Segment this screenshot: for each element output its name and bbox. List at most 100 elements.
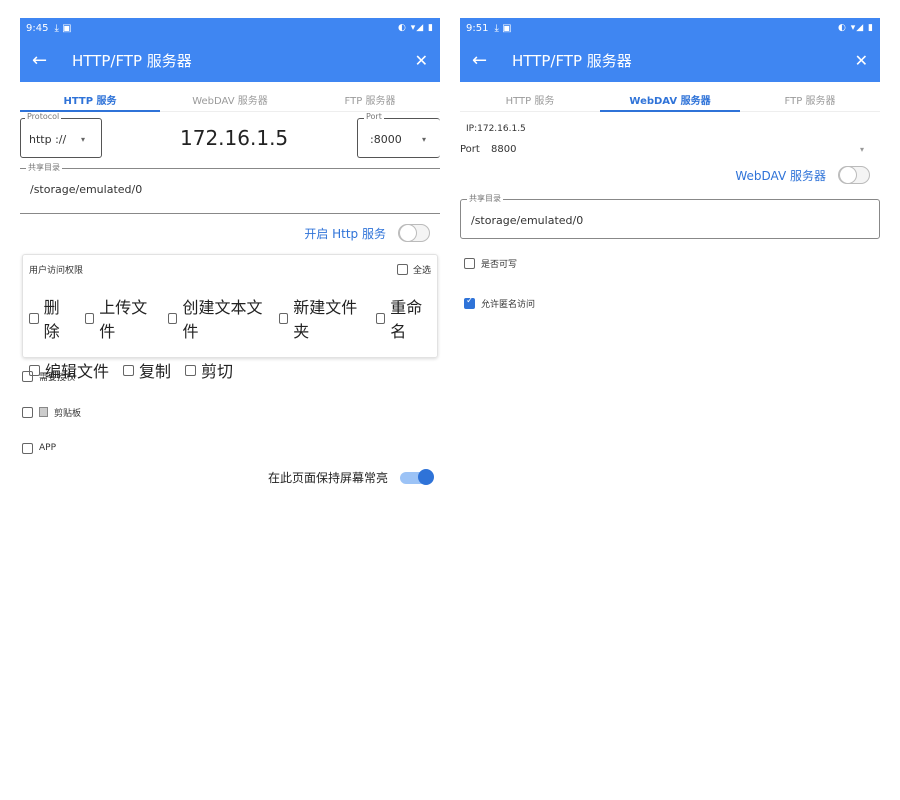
- status-time: 9:51: [466, 22, 489, 34]
- ip-address: IP:172.16.1.5: [466, 124, 526, 134]
- http-toggle-label: 开启 Http 服务: [304, 226, 386, 241]
- select-all-checkbox[interactable]: 全选: [396, 263, 431, 276]
- permissions-row-2: 编辑文件 复制 剪切: [29, 358, 431, 382]
- checkbox-icon: [167, 312, 178, 324]
- clipboard-label: 剪贴板: [54, 408, 82, 419]
- perm-edit-checkbox[interactable]: 编辑文件: [29, 358, 109, 382]
- close-icon[interactable]: ✕: [848, 51, 868, 70]
- anonymous-access-checkbox[interactable]: 允许匿名访问: [460, 283, 880, 323]
- port-label: Port: [460, 144, 480, 155]
- checkbox-icon: [22, 406, 33, 418]
- checkbox-icon: [464, 257, 475, 269]
- switch-knob: [839, 166, 857, 184]
- http-toggle-row: 开启 Http 服务: [20, 214, 440, 252]
- switch-knob: [418, 469, 434, 485]
- switch-knob: [399, 224, 417, 242]
- port-select[interactable]: Port :8000 ▾: [357, 112, 440, 158]
- perm-cut-checkbox[interactable]: 剪切: [185, 358, 233, 382]
- port-value: 8800: [491, 144, 517, 155]
- port-value: :8000: [370, 133, 402, 146]
- permissions-card: 用户访问权限 全选 删除 上传文件 创建文本文件 新建文件夹 重命名 编辑文件 …: [22, 254, 438, 381]
- perm-label: 上传文件: [99, 298, 148, 341]
- port-select[interactable]: Port 8800 ▾: [460, 134, 880, 155]
- select-all-label: 全选: [412, 266, 431, 276]
- chevron-down-icon: ▾: [859, 145, 864, 154]
- keep-screen-switch[interactable]: [400, 469, 434, 485]
- perm-create-text-checkbox[interactable]: 创建文本文件: [167, 294, 265, 342]
- app-title: HTTP/FTP 服务器: [72, 51, 192, 70]
- perm-new-folder-checkbox[interactable]: 新建文件夹: [278, 294, 362, 342]
- tab-ftp[interactable]: FTP 服务器: [300, 82, 440, 111]
- tab-http[interactable]: HTTP 服务: [460, 82, 600, 111]
- http-service-switch[interactable]: [398, 224, 430, 242]
- webdav-service-switch[interactable]: [838, 166, 870, 184]
- perm-rename-checkbox[interactable]: 重命名: [375, 294, 431, 342]
- webdav-toggle-row: WebDAV 服务器: [460, 155, 880, 195]
- close-icon[interactable]: ✕: [408, 51, 428, 70]
- status-time: 9:45: [26, 22, 49, 34]
- system-icons: ◐ ▾◢ ▮: [398, 23, 434, 33]
- status-bar: 9:51 ⤓ ▣ ◐ ▾◢ ▮: [460, 18, 880, 38]
- keep-screen-row: 在此页面保持屏幕常亮: [20, 466, 440, 488]
- protocol-select[interactable]: Protocol http :// ▾: [20, 112, 102, 158]
- app-bar: ← HTTP/FTP 服务器 ✕: [460, 38, 880, 82]
- checkbox-icon: [22, 442, 33, 454]
- share-directory-field[interactable]: 共享目录 /storage/emulated/0: [20, 162, 440, 214]
- clipboard-checkbox[interactable]: 剪贴板: [20, 394, 440, 430]
- tab-webdav[interactable]: WebDAV 服务器: [600, 82, 740, 112]
- notification-icons: ⤓ ▣: [494, 22, 512, 34]
- chevron-down-icon: ▾: [422, 135, 427, 144]
- checkbox-checked-icon: [464, 296, 475, 309]
- perm-label: 创建文本文件: [182, 298, 263, 341]
- permissions-row-1: 删除 上传文件 创建文本文件 新建文件夹 重命名: [29, 294, 431, 342]
- tab-ftp[interactable]: FTP 服务器: [740, 82, 880, 111]
- checkbox-icon: [123, 364, 135, 376]
- protocol-value: http ://: [29, 133, 67, 146]
- perm-delete-checkbox[interactable]: 删除: [29, 294, 71, 342]
- share-legend: 共享目录: [467, 193, 503, 204]
- writable-checkbox[interactable]: 是否可写: [460, 243, 880, 283]
- share-legend: 共享目录: [26, 162, 62, 173]
- anonymous-access-label: 允许匿名访问: [481, 299, 536, 310]
- tab-bar: HTTP 服务 WebDAV 服务器 FTP 服务器: [460, 82, 880, 112]
- checkbox-icon: [29, 364, 40, 376]
- app-checkbox[interactable]: APP: [20, 430, 440, 466]
- perm-copy-checkbox[interactable]: 复制: [123, 358, 171, 382]
- share-path: /storage/emulated/0: [30, 183, 143, 196]
- perm-label: 编辑文件: [45, 362, 110, 381]
- app-bar: ← HTTP/FTP 服务器 ✕: [20, 38, 440, 82]
- address-row: Protocol http :// ▾ 172.16.1.5 Port :800…: [20, 112, 440, 164]
- clipboard-icon: [39, 407, 48, 417]
- app-title: HTTP/FTP 服务器: [512, 51, 632, 70]
- keep-screen-label: 在此页面保持屏幕常亮: [267, 470, 388, 485]
- app-label: APP: [39, 443, 57, 453]
- notification-icons: ⤓ ▣: [54, 22, 72, 34]
- back-arrow-icon[interactable]: ←: [32, 50, 72, 71]
- permissions-title: 用户访问权限: [29, 266, 84, 276]
- perm-label: 删除: [43, 298, 60, 341]
- perm-upload-checkbox[interactable]: 上传文件: [84, 294, 154, 342]
- checkbox-icon: [84, 312, 95, 324]
- checkbox-icon: [278, 312, 289, 324]
- back-arrow-icon[interactable]: ←: [472, 50, 512, 71]
- share-directory-field[interactable]: 共享目录 /storage/emulated/0: [460, 193, 880, 239]
- ip-address: 172.16.1.5: [180, 126, 289, 150]
- protocol-legend: Protocol: [25, 112, 62, 121]
- chevron-down-icon: ▾: [81, 135, 86, 144]
- checkbox-icon: [29, 312, 39, 324]
- http-server-screen: 9:45 ⤓ ▣ ◐ ▾◢ ▮ ← HTTP/FTP 服务器 ✕ HTTP 服务…: [20, 18, 440, 488]
- tab-bar: HTTP 服务 WebDAV 服务器 FTP 服务器: [20, 82, 440, 112]
- webdav-server-screen: 9:51 ⤓ ▣ ◐ ▾◢ ▮ ← HTTP/FTP 服务器 ✕ HTTP 服务…: [460, 18, 880, 488]
- port-legend: Port: [364, 112, 384, 121]
- perm-label: 重命名: [390, 298, 423, 341]
- webdav-toggle-label: WebDAV 服务器: [735, 168, 826, 183]
- perm-label: 剪切: [201, 362, 234, 381]
- writable-label: 是否可写: [481, 259, 518, 270]
- tab-http[interactable]: HTTP 服务: [20, 82, 160, 112]
- system-icons: ◐ ▾◢ ▮: [838, 23, 874, 33]
- perm-label: 复制: [139, 362, 172, 381]
- tab-webdav[interactable]: WebDAV 服务器: [160, 82, 300, 111]
- share-path: /storage/emulated/0: [471, 214, 584, 227]
- checkbox-icon: [185, 364, 197, 376]
- permissions-header: 用户访问权限 全选: [29, 263, 431, 276]
